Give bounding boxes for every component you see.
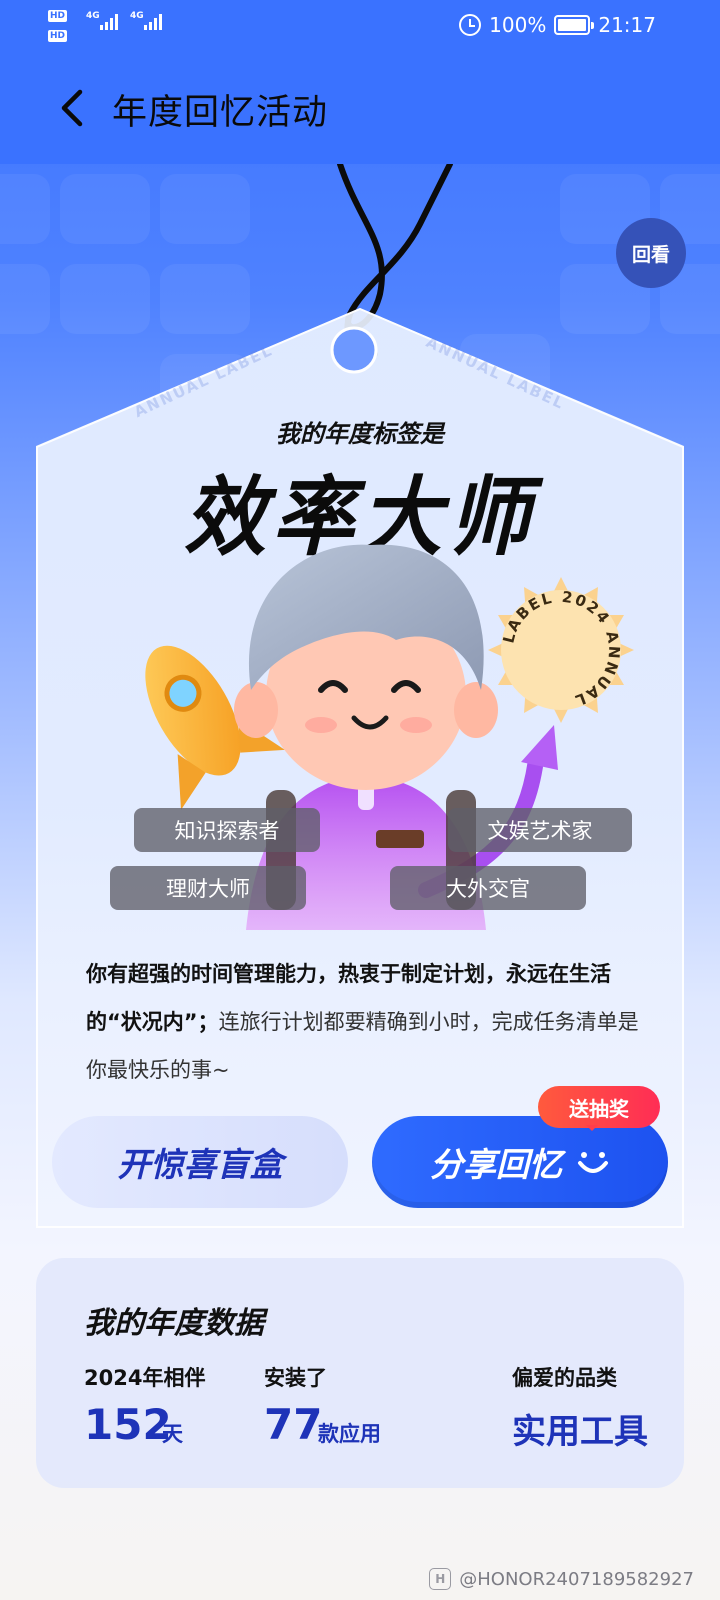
tag-chip: 大外交官 bbox=[390, 866, 586, 910]
annual-2024-badge: LABEL 2024 ANNUAL bbox=[488, 577, 634, 723]
stats-title: 我的年度数据 bbox=[84, 1306, 264, 1341]
smile-icon bbox=[578, 1152, 608, 1173]
hd-icon: HD bbox=[48, 10, 68, 22]
companion-label: 2024年相伴 bbox=[84, 1366, 206, 1390]
installed-value: 77 bbox=[264, 1400, 323, 1449]
installed-label: 安装了 bbox=[264, 1366, 327, 1390]
favorite-label: 偏爱的品类 bbox=[512, 1366, 617, 1390]
alarm-icon bbox=[459, 14, 482, 36]
companion-unit: 天 bbox=[162, 1422, 183, 1446]
clock: 21:17 bbox=[598, 13, 656, 37]
device-watermark: H @HONOR2407189582927 bbox=[429, 1568, 694, 1590]
label-intro: 我的年度标签是 bbox=[276, 420, 444, 448]
replay-button[interactable]: 回看 bbox=[616, 218, 686, 288]
back-arrow-icon[interactable] bbox=[56, 88, 90, 128]
installed-unit: 款应用 bbox=[318, 1422, 381, 1446]
tag-chip: 知识探索者 bbox=[134, 808, 320, 852]
button-label: 分享回忆 bbox=[430, 1145, 562, 1184]
signal-icon bbox=[100, 14, 118, 30]
companion-value: 152 bbox=[84, 1400, 172, 1449]
signal-indicators: HD HD 4G 4G bbox=[48, 8, 188, 46]
watermark-text: @HONOR2407189582927 bbox=[459, 1568, 694, 1590]
signal-icon bbox=[144, 14, 162, 30]
status-right: 100% 21:17 bbox=[459, 12, 656, 38]
network-type: 4G bbox=[86, 11, 100, 21]
favorite-value: 实用工具 bbox=[512, 1412, 648, 1452]
lottery-badge: 送抽奖 bbox=[538, 1086, 660, 1131]
button-label: 开惊喜盲盒 bbox=[117, 1145, 283, 1184]
label-description: 你有超强的时间管理能力，热衷于制定计划，永远在生活的“状况内”；连旅行计划都要精… bbox=[86, 950, 642, 1094]
status-bar: HD HD 4G 4G 100% 21:17 bbox=[0, 0, 720, 52]
tag-chip: 文娱艺术家 bbox=[448, 808, 632, 852]
open-blind-box-button[interactable]: 开惊喜盲盒 bbox=[52, 1116, 348, 1208]
tag-chip: 理财大师 bbox=[110, 866, 306, 910]
honor-logo-icon: H bbox=[429, 1568, 452, 1590]
battery-percent: 100% bbox=[489, 13, 547, 37]
network-type: 4G bbox=[130, 11, 144, 21]
share-memory-button[interactable]: 分享回忆 bbox=[372, 1116, 668, 1208]
app-bar: 年度回忆活动 bbox=[0, 52, 720, 164]
hd-icon: HD bbox=[48, 30, 68, 42]
page-title: 年度回忆活动 bbox=[112, 93, 329, 133]
battery-icon bbox=[554, 15, 595, 35]
